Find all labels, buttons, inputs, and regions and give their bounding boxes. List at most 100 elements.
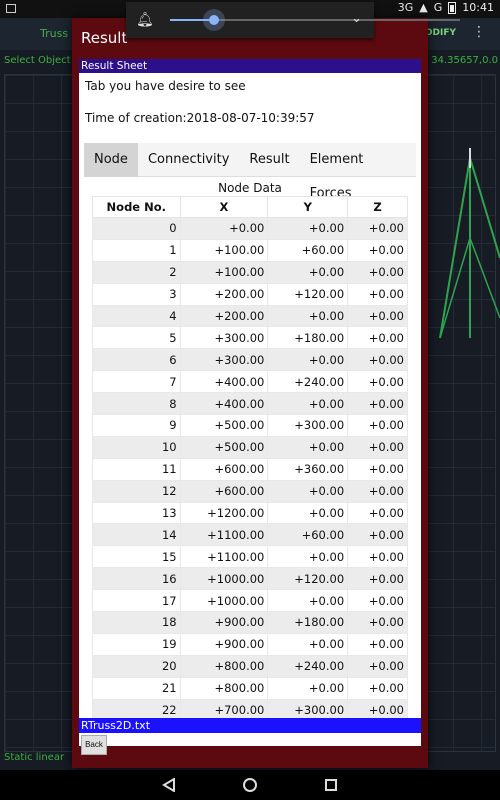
volume-slider-fill <box>170 19 214 21</box>
cell-z: +0.00 <box>347 348 408 372</box>
cell-x: +200.00 <box>179 282 269 306</box>
dialog-title: Result <box>81 29 128 47</box>
cell-z: +0.00 <box>347 304 408 328</box>
cell-z: +0.00 <box>347 632 408 656</box>
cell-y: +0.00 <box>267 435 349 459</box>
table-row: 20 +800.00 +240.00 +0.00 <box>92 654 408 678</box>
cell-y: +60.00 <box>267 523 349 547</box>
bell-icon[interactable]: 🔔︎ <box>136 12 154 28</box>
cell-y: +300.00 <box>267 414 349 437</box>
cell-node-no: 14 <box>92 523 181 547</box>
cell-node-no: 20 <box>92 654 181 678</box>
instruction-text: Tab you have desire to see <box>85 79 246 93</box>
cell-node-no: 21 <box>92 676 181 700</box>
column-header-x: X <box>179 196 269 218</box>
cell-y: +0.00 <box>267 479 349 503</box>
cell-z: +0.00 <box>347 260 408 284</box>
truss-drawing <box>439 148 500 338</box>
cell-z: +0.00 <box>347 501 408 525</box>
cell-y: +0.00 <box>267 392 349 416</box>
table-row: 6 +300.00 +0.00 +0.00 <box>92 348 408 372</box>
back-nav-icon[interactable] <box>162 778 176 792</box>
tab-result[interactable]: Result <box>239 143 299 177</box>
cell-node-no: 12 <box>92 479 181 503</box>
cell-x: +1000.00 <box>179 567 269 591</box>
cell-y: +120.00 <box>267 567 349 591</box>
cell-x: +600.00 <box>179 479 269 503</box>
table-row: 9 +500.00 +300.00 +0.00 <box>92 414 408 437</box>
tab-element-forces[interactable]: Element Forces <box>300 143 416 201</box>
cell-x: +400.00 <box>179 392 269 416</box>
battery-icon <box>448 1 457 14</box>
cell-z: +0.00 <box>347 414 408 437</box>
cell-node-no: 18 <box>92 611 181 634</box>
signal-icon: ▲ <box>419 1 428 14</box>
cell-y: +240.00 <box>267 370 349 394</box>
cell-node-no: 19 <box>92 632 181 656</box>
sheet-header: Result Sheet <box>79 59 421 73</box>
table-row: 15 +1100.00 +0.00 +0.00 <box>92 545 408 569</box>
cell-z: +0.00 <box>347 370 408 394</box>
cell-y: +0.00 <box>267 632 349 656</box>
cell-y: +0.00 <box>267 348 349 372</box>
column-header-y: Y <box>267 196 349 218</box>
cell-x: +200.00 <box>179 304 269 328</box>
result-sheet: Result Sheet Tab you have desire to see … <box>79 59 421 746</box>
cell-x: +100.00 <box>179 238 269 262</box>
table-row: 18 +900.00 +180.00 +0.00 <box>92 611 408 634</box>
table-row: 17 +1000.00 +0.00 +0.00 <box>92 589 408 613</box>
cell-z: +0.00 <box>347 326 408 350</box>
table-row: 21 +800.00 +0.00 +0.00 <box>92 676 408 700</box>
cell-z: +0.00 <box>347 392 408 416</box>
clock: 10:41 <box>462 1 494 14</box>
network-type: 3G <box>397 1 414 14</box>
table-row: 19 +900.00 +0.00 +0.00 <box>92 632 408 656</box>
cell-node-no: 11 <box>92 457 181 481</box>
node-table-container[interactable]: Node Data Node No. X Y Z 0 +0.00 +0.00 +0.0… <box>84 180 416 736</box>
table-row: 16 +1000.00 +120.00 +0.00 <box>92 567 408 591</box>
cell-x: +300.00 <box>179 326 269 350</box>
navigation-bar <box>0 770 500 800</box>
column-header-z: Z <box>347 196 408 218</box>
cell-y: +0.00 <box>267 304 349 328</box>
cell-y: +120.00 <box>267 282 349 306</box>
overflow-menu-icon[interactable]: ⋮ <box>472 24 486 40</box>
tab-connectivity[interactable]: Connectivity <box>138 143 239 177</box>
table-row: 7 +400.00 +240.00 +0.00 <box>92 370 408 394</box>
table-row: 14 +1100.00 +60.00 +0.00 <box>92 523 408 547</box>
table-row: 12 +600.00 +0.00 +0.00 <box>92 479 408 503</box>
cell-x: +1200.00 <box>179 501 269 525</box>
cell-node-no: 15 <box>92 545 181 569</box>
volume-slider-thumb[interactable] <box>208 15 219 25</box>
cell-z: +0.00 <box>347 217 408 240</box>
cell-z: +0.00 <box>347 567 408 591</box>
cell-node-no: 6 <box>92 348 181 372</box>
cell-x: +300.00 <box>179 348 269 372</box>
table-row: 8 +400.00 +0.00 +0.00 <box>92 392 408 416</box>
creation-time: Time of creation:2018-08-07-10:39:57 <box>85 111 315 125</box>
chevron-down-icon[interactable]: ⌄ <box>351 11 362 26</box>
app-status-text: Static linear <box>4 752 65 763</box>
cell-z: +0.00 <box>347 676 408 700</box>
home-icon[interactable] <box>243 778 257 792</box>
recents-icon[interactable] <box>325 779 337 791</box>
cell-y: +60.00 <box>267 238 349 262</box>
cell-x: +100.00 <box>179 260 269 284</box>
back-button[interactable]: Back <box>81 735 107 755</box>
cell-node-no: 9 <box>92 414 181 437</box>
cell-y: +0.00 <box>267 545 349 569</box>
cell-node-no: 8 <box>92 392 181 416</box>
cell-y: +180.00 <box>267 611 349 634</box>
cell-x: +500.00 <box>179 414 269 437</box>
cell-y: +180.00 <box>267 326 349 350</box>
table-header-row: Node No. X Y Z <box>92 196 408 218</box>
cell-x: +1100.00 <box>179 523 269 547</box>
cell-node-no: 7 <box>92 370 181 394</box>
modify-button[interactable]: ODIFY <box>425 28 456 38</box>
cell-node-no: 5 <box>92 326 181 350</box>
result-dialog: Result Result Sheet Tab you have desire … <box>72 18 428 768</box>
cell-node-no: 3 <box>92 282 181 306</box>
cell-z: +0.00 <box>347 589 408 613</box>
cell-y: +0.00 <box>267 676 349 700</box>
tab-node[interactable]: Node <box>84 143 138 177</box>
